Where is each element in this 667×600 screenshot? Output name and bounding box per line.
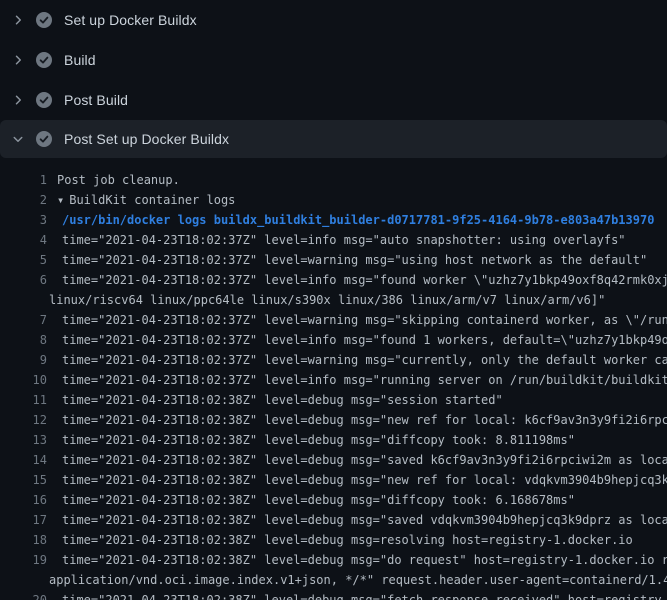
- chevron-down-icon: [12, 133, 36, 145]
- log-line-number[interactable]: 18: [0, 530, 47, 550]
- log-line: application/vnd.oci.image.index.v1+json,…: [0, 570, 667, 590]
- chevron-right-icon: [12, 14, 36, 26]
- log-line-number[interactable]: 19: [0, 550, 47, 570]
- log-line: 19 time="2021-04-23T18:02:38Z" level=debu…: [0, 550, 667, 570]
- log-line: linux/riscv64 linux/ppc64le linux/s390x …: [0, 290, 667, 310]
- log-line-number[interactable]: 15: [0, 470, 47, 490]
- log-line: 4 time="2021-04-23T18:02:37Z" level=info …: [0, 230, 667, 250]
- log-line-number[interactable]: [0, 290, 47, 310]
- log-line-text: time="2021-04-23T18:02:37Z" level=warnin…: [62, 350, 667, 370]
- log-line-text: time="2021-04-23T18:02:37Z" level=warnin…: [62, 250, 647, 270]
- log-line-text: time="2021-04-23T18:02:38Z" level=debug …: [62, 410, 667, 430]
- chevron-right-icon: [12, 94, 36, 106]
- log-line: 10 time="2021-04-23T18:02:37Z" level=info…: [0, 370, 667, 390]
- step-header-post-set-up-docker-buildx[interactable]: Post Set up Docker Buildx: [0, 120, 667, 158]
- log-line-number[interactable]: 2: [0, 190, 47, 210]
- step-header-build[interactable]: Build: [0, 40, 667, 80]
- log-line-number[interactable]: 7: [0, 310, 47, 330]
- log-line-text: time="2021-04-23T18:02:37Z" level=warnin…: [62, 310, 667, 330]
- log-line: 1 Post job cleanup.: [0, 170, 667, 190]
- log-line: 6 time="2021-04-23T18:02:37Z" level=info …: [0, 270, 667, 290]
- group-toggle-icon[interactable]: ▾: [57, 190, 64, 210]
- steps-list: Set up Docker Buildx Build Post Build: [0, 0, 667, 158]
- step-header-post-build[interactable]: Post Build: [0, 80, 667, 120]
- log-line: 9 time="2021-04-23T18:02:37Z" level=warni…: [0, 350, 667, 370]
- log-command-text: /usr/bin/docker logs buildx_buildkit_bui…: [62, 210, 654, 230]
- log-line-text: time="2021-04-23T18:02:37Z" level=info m…: [62, 370, 667, 390]
- log-line-text: ▾ BuildKit container logs: [57, 190, 235, 210]
- step-header-set-up-docker-buildx[interactable]: Set up Docker Buildx: [0, 0, 667, 40]
- log-line: 2 ▾ BuildKit container logs: [0, 190, 667, 210]
- log-line-number[interactable]: 4: [0, 230, 47, 250]
- log-line-number[interactable]: 9: [0, 350, 47, 370]
- log-line: 8 time="2021-04-23T18:02:37Z" level=info …: [0, 330, 667, 350]
- check-circle-icon: [36, 131, 52, 147]
- log-line-number[interactable]: 20: [0, 590, 47, 600]
- log-line-text: time="2021-04-23T18:02:38Z" level=debug …: [62, 450, 667, 470]
- log-line-number[interactable]: 8: [0, 330, 47, 350]
- log-line-text: time="2021-04-23T18:02:38Z" level=debug …: [62, 590, 667, 600]
- step-title: Post Set up Docker Buildx: [64, 131, 229, 147]
- log-line-text: time="2021-04-23T18:02:37Z" level=info m…: [62, 270, 667, 290]
- actions-log-viewer: Set up Docker Buildx Build Post Build: [0, 0, 667, 600]
- log-line-text: time="2021-04-23T18:02:37Z" level=info m…: [62, 230, 626, 250]
- log-line-number[interactable]: 5: [0, 250, 47, 270]
- log-line-text: time="2021-04-23T18:02:37Z" level=info m…: [62, 330, 667, 350]
- log-line: 20 time="2021-04-23T18:02:38Z" level=debu…: [0, 590, 667, 600]
- log-line-number[interactable]: 1: [0, 170, 47, 190]
- check-circle-icon: [36, 92, 52, 108]
- log-line-number[interactable]: 16: [0, 490, 47, 510]
- log-line: 17 time="2021-04-23T18:02:38Z" level=debu…: [0, 510, 667, 530]
- log-line: 12 time="2021-04-23T18:02:38Z" level=debu…: [0, 410, 667, 430]
- log-line-number[interactable]: 12: [0, 410, 47, 430]
- log-line: 7 time="2021-04-23T18:02:37Z" level=warni…: [0, 310, 667, 330]
- log-line-text: time="2021-04-23T18:02:38Z" level=debug …: [62, 530, 633, 550]
- log-line: 16 time="2021-04-23T18:02:38Z" level=debu…: [0, 490, 667, 510]
- log-line-text: time="2021-04-23T18:02:38Z" level=debug …: [62, 470, 667, 490]
- log-line: 14 time="2021-04-23T18:02:38Z" level=debu…: [0, 450, 667, 470]
- log-line-text: linux/riscv64 linux/ppc64le linux/s390x …: [49, 290, 605, 310]
- step-title: Post Build: [64, 92, 128, 108]
- log-line: 15 time="2021-04-23T18:02:38Z" level=debu…: [0, 470, 667, 490]
- log-line-number[interactable]: 17: [0, 510, 47, 530]
- log-line: 3/usr/bin/docker logs buildx_buildkit_bu…: [0, 210, 667, 230]
- log-line-number[interactable]: 10: [0, 370, 47, 390]
- log-line: 11 time="2021-04-23T18:02:38Z" level=debu…: [0, 390, 667, 410]
- log-line-text: time="2021-04-23T18:02:38Z" level=debug …: [62, 550, 667, 570]
- log-container: 1 Post job cleanup. 2 ▾ BuildKit container l…: [0, 158, 667, 600]
- chevron-right-icon: [12, 54, 36, 66]
- log-line-number[interactable]: 3: [0, 210, 47, 230]
- log-line-text: time="2021-04-23T18:02:38Z" level=debug …: [62, 490, 575, 510]
- group-label: BuildKit container logs: [69, 193, 235, 207]
- log-line-number[interactable]: 11: [0, 390, 47, 410]
- log-line-number[interactable]: 14: [0, 450, 47, 470]
- log-line-number[interactable]: [0, 570, 47, 590]
- step-title: Set up Docker Buildx: [64, 12, 197, 28]
- log-line-text: time="2021-04-23T18:02:38Z" level=debug …: [62, 430, 575, 450]
- log-line-text: Post job cleanup.: [57, 170, 180, 190]
- log-line: 13 time="2021-04-23T18:02:38Z" level=debu…: [0, 430, 667, 450]
- step-title: Build: [64, 52, 96, 68]
- check-circle-icon: [36, 52, 52, 68]
- log-line-number[interactable]: 13: [0, 430, 47, 450]
- log-line-text: time="2021-04-23T18:02:38Z" level=debug …: [62, 390, 503, 410]
- log-line-text: time="2021-04-23T18:02:38Z" level=debug …: [62, 510, 667, 530]
- log-line-text: application/vnd.oci.image.index.v1+json,…: [49, 570, 667, 590]
- check-circle-icon: [36, 12, 52, 28]
- log-line-number[interactable]: 6: [0, 270, 47, 290]
- log-line: 18 time="2021-04-23T18:02:38Z" level=debu…: [0, 530, 667, 550]
- log-line: 5 time="2021-04-23T18:02:37Z" level=warni…: [0, 250, 667, 270]
